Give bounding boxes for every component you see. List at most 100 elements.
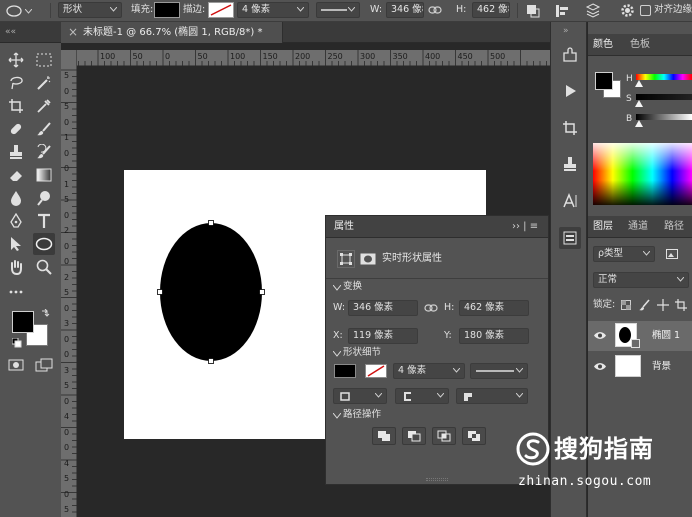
props-stroke-swatch[interactable] [365, 364, 387, 378]
actions-panel-button[interactable] [559, 80, 581, 102]
color-spectrum[interactable] [593, 143, 692, 205]
tab-swatches[interactable]: 色板 [630, 34, 650, 56]
zoom-tool[interactable] [33, 256, 55, 278]
collapse-arrows-icon[interactable]: «« [5, 27, 16, 37]
exclude-overlap-button[interactable] [462, 427, 486, 445]
crop-panel-button[interactable] [559, 117, 581, 139]
chevron-down-icon[interactable] [333, 351, 341, 357]
fill-swatch[interactable] [154, 2, 180, 18]
layer-row[interactable]: 背景 [588, 352, 692, 382]
panel-resize-grip[interactable] [426, 478, 448, 481]
gradient-tool[interactable] [33, 164, 55, 186]
properties-panel-header[interactable]: 属性 ›› | ≡ [326, 216, 548, 238]
lock-transparency-icon[interactable] [621, 300, 631, 310]
properties-panel-button[interactable] [559, 227, 581, 249]
character-panel-button[interactable] [559, 190, 581, 212]
eraser-tool[interactable] [5, 164, 27, 186]
layer-filter-select[interactable]: ρ类型 [593, 246, 655, 262]
eye-icon[interactable] [594, 362, 606, 371]
path-selection-tool[interactable] [5, 233, 27, 255]
tab-channels[interactable]: 通道 [628, 216, 648, 238]
eyedropper-tool[interactable] [33, 95, 55, 117]
layer-row[interactable]: 椭圆 1 [588, 321, 692, 351]
props-stroke-width-field[interactable]: 4 像素 [393, 363, 465, 379]
lock-position-icon[interactable] [657, 299, 669, 311]
edit-toolbar-button[interactable] [5, 281, 27, 303]
pen-tool[interactable] [5, 210, 27, 232]
type-icon [38, 213, 50, 228]
shape-properties-icon[interactable] [337, 250, 355, 268]
stroke-swatch[interactable] [208, 2, 234, 18]
lock-artboard-icon[interactable] [675, 299, 687, 311]
shapes-panel-button[interactable] [559, 44, 581, 66]
marquee-icon [36, 53, 52, 67]
lasso-tool[interactable] [5, 72, 27, 94]
dodge-tool[interactable] [33, 187, 55, 209]
ellipse-tool[interactable] [33, 233, 55, 255]
foreground-color-swatch[interactable] [12, 311, 34, 333]
stroke-align-select[interactable] [333, 388, 387, 404]
brightness-slider[interactable] [636, 114, 692, 120]
path-alignment-icon[interactable] [555, 4, 569, 18]
slider-thumb-icon[interactable] [635, 120, 643, 127]
eye-icon[interactable] [594, 331, 606, 340]
image-filter-icon[interactable] [666, 249, 678, 259]
link-icon[interactable] [424, 303, 438, 313]
path-arrangement-icon[interactable] [585, 3, 601, 19]
chevron-down-icon[interactable] [333, 413, 341, 419]
props-fill-swatch[interactable] [334, 364, 356, 378]
stroke-width-field[interactable]: 4 像素 [237, 2, 309, 18]
chevron-down-icon[interactable] [333, 285, 341, 291]
props-y-field[interactable]: 180 像素 [459, 328, 529, 344]
color-fg-swatch[interactable] [595, 72, 613, 90]
props-height-field[interactable]: 462 像素 [459, 300, 529, 316]
swap-colors-icon[interactable] [40, 309, 50, 319]
align-edges-checkbox[interactable] [640, 5, 651, 16]
document-tab[interactable]: × 未标题-1 @ 66.7% (椭圆 1, RGB/8*) * [61, 22, 283, 43]
type-tool[interactable] [33, 210, 55, 232]
screen-mode-button[interactable] [33, 354, 55, 376]
healing-brush-tool[interactable] [5, 118, 27, 140]
stroke-corner-select[interactable] [456, 388, 528, 404]
quick-mask-button[interactable] [5, 354, 27, 376]
hue-slider[interactable] [636, 74, 692, 80]
intersect-shapes-button[interactable] [432, 427, 456, 445]
crop-tool[interactable] [5, 95, 27, 117]
lock-pixels-icon[interactable] [639, 299, 651, 311]
close-tab-button[interactable]: × [68, 25, 78, 39]
tool-mode-select[interactable]: 形状 [58, 2, 122, 18]
move-tool[interactable] [5, 49, 27, 71]
slider-thumb-icon[interactable] [635, 100, 643, 107]
props-stroke-type-select[interactable] [470, 363, 528, 379]
props-x-field[interactable]: 119 像素 [348, 328, 418, 344]
clone-stamp-tool[interactable] [5, 141, 27, 163]
props-width-field[interactable]: 346 像素 [348, 300, 418, 316]
marquee-tool[interactable] [33, 49, 55, 71]
panel-menu-icon[interactable]: ›› | ≡ [512, 220, 538, 233]
magic-wand-tool[interactable] [33, 72, 55, 94]
stroke-cap-select[interactable] [395, 388, 449, 404]
blur-tool[interactable] [5, 187, 27, 209]
height-field[interactable]: 462 像Ɛ [472, 2, 510, 18]
mask-properties-icon[interactable] [359, 250, 377, 268]
hand-tool[interactable] [5, 256, 27, 278]
clone-source-panel-button[interactable] [559, 153, 581, 175]
gear-icon[interactable] [620, 3, 635, 18]
brush-tool[interactable] [33, 118, 55, 140]
path-operations-icon[interactable] [526, 4, 540, 18]
history-brush-tool[interactable] [33, 141, 55, 163]
link-icon[interactable] [428, 5, 442, 15]
tool-preset-picker[interactable] [6, 3, 36, 19]
slider-thumb-icon[interactable] [635, 80, 643, 87]
stroke-type-select[interactable] [316, 2, 360, 18]
collapse-arrows-icon[interactable]: » [563, 26, 569, 36]
tab-layers[interactable]: 图层 [593, 216, 613, 238]
subtract-front-shape-button[interactable] [402, 427, 426, 445]
combine-shapes-button[interactable] [372, 427, 396, 445]
tab-color[interactable]: 颜色 [593, 34, 613, 56]
tab-paths[interactable]: 路径 [664, 216, 684, 238]
width-field[interactable]: 346 像Ɛ [386, 2, 424, 18]
saturation-slider[interactable] [636, 94, 692, 100]
blend-mode-select[interactable]: 正常 [593, 272, 689, 288]
default-colors-icon[interactable] [12, 338, 22, 348]
